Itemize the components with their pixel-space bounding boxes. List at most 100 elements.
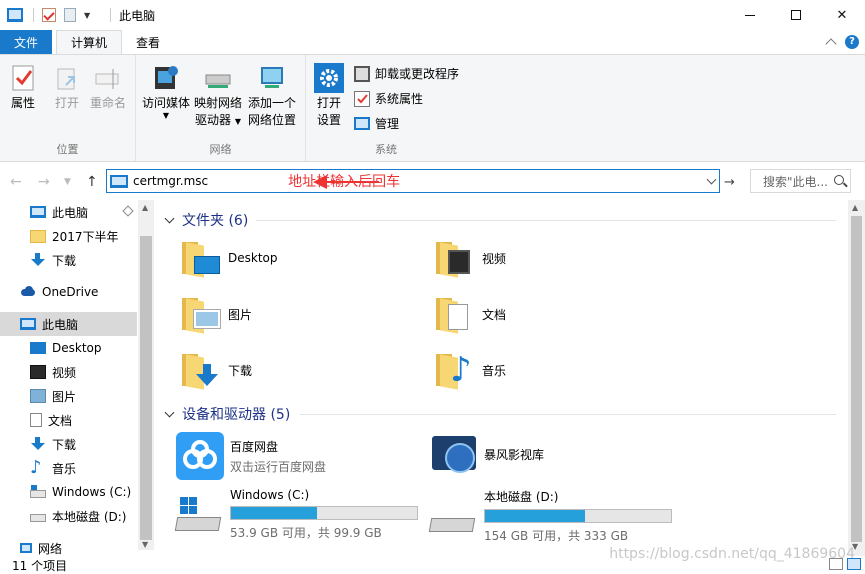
nav-item-music[interactable]: 音乐 [0, 456, 137, 480]
section-devices-header[interactable]: 设备和驱动器 (5) [164, 404, 290, 424]
navigation-row: ← → ▼ ↑ certmgr.msc 地址栏输入后回车 → 搜索"此电... [0, 168, 865, 196]
properties-button[interactable]: 属性 [8, 63, 38, 112]
maximize-button[interactable] [773, 0, 819, 30]
search-input[interactable]: 搜索"此电... [750, 169, 851, 193]
quick-access-dropdown-icon[interactable]: ▼ [84, 11, 90, 20]
back-icon[interactable]: ← [10, 174, 22, 190]
minimize-icon [745, 14, 755, 16]
go-icon[interactable]: → [724, 175, 735, 190]
open-button[interactable]: 打开 [52, 63, 82, 112]
storm-media-icon [430, 432, 478, 476]
folder-documents[interactable]: 文档 [436, 296, 506, 334]
group-label-system: 系统 [375, 143, 397, 156]
forward-icon[interactable]: → [38, 174, 50, 190]
address-bar[interactable]: certmgr.msc 地址栏输入后回车 [106, 169, 720, 193]
item-count: 11 个项目 [12, 558, 68, 573]
nav-item-c-drive[interactable]: Windows (C:) [0, 480, 137, 504]
drive-c[interactable]: Windows (C:) 53.9 GB 可用，共 99.9 GB [174, 488, 418, 541]
manage-button[interactable]: 管理 [354, 115, 399, 132]
folder-desktop[interactable]: Desktop [182, 240, 278, 278]
system-properties-button[interactable]: 系统属性 [354, 90, 423, 107]
drive-icon [30, 514, 46, 522]
map-network-drive-button[interactable]: 映射网络 驱动器 ▼ [194, 63, 242, 130]
drive-d-usage-bar [484, 509, 672, 523]
close-button[interactable]: ✕ [819, 0, 865, 30]
drive-icon [428, 496, 476, 536]
chevron-down-icon [164, 213, 175, 223]
cloud-icon [20, 285, 36, 299]
nav-item-2017[interactable]: 2017下半年 [0, 224, 137, 248]
access-media-button[interactable]: 访问媒体 ▼ [142, 63, 190, 120]
nav-item-d-drive[interactable]: 本地磁盘 (D:) [0, 504, 137, 528]
device-baidu-netdisk[interactable]: 百度网盘 双击运行百度网盘 [176, 432, 326, 480]
group-location: 属性 打开 重命名 位置 [0, 55, 136, 161]
drive-d-usage-fill [485, 510, 586, 522]
content-scroll-up-icon[interactable]: ▲ [852, 203, 858, 212]
windows-drive-icon [174, 495, 222, 535]
content-scroll-thumb[interactable] [851, 216, 862, 542]
pc-icon [30, 206, 46, 218]
baidu-netdisk-icon [176, 432, 224, 480]
tab-view[interactable]: 查看 [122, 30, 174, 54]
download-folder-icon [182, 352, 222, 390]
group-label-location: 位置 [56, 143, 79, 156]
drive-d[interactable]: 本地磁盘 (D:) 154 GB 可用，共 333 GB [428, 488, 672, 544]
download-icon [30, 437, 46, 451]
up-icon[interactable]: ↑ [86, 174, 98, 190]
folder-icon [30, 229, 46, 243]
nav-item-documents[interactable]: 文档 [0, 408, 137, 432]
nav-item-downloads[interactable]: 下载 [0, 432, 137, 456]
ribbon-tabs: 文件 计算机 查看 ? [0, 30, 865, 54]
tab-computer[interactable]: 计算机 [56, 30, 123, 54]
address-dropdown-icon[interactable] [706, 174, 717, 185]
open-settings-button[interactable]: 打开 设置 [314, 63, 344, 129]
maximize-icon [791, 10, 801, 20]
folder-pictures[interactable]: 图片 [182, 296, 252, 334]
collapse-ribbon-icon[interactable] [825, 38, 837, 50]
new-folder-quick-icon[interactable] [64, 8, 76, 22]
address-input[interactable]: certmgr.msc [133, 174, 208, 188]
nav-scroll-thumb[interactable] [140, 236, 152, 540]
nav-item-downloads-quick[interactable]: 下载 [0, 248, 137, 272]
open-icon [52, 63, 82, 93]
manage-icon [354, 117, 370, 130]
folder-music[interactable]: ♪ 音乐 [436, 350, 506, 390]
nav-item-this-pc[interactable]: 此电脑 [0, 312, 137, 336]
nav-item-pictures[interactable]: 图片 [0, 384, 137, 408]
folder-videos[interactable]: 视频 [436, 240, 506, 278]
nav-scroll-up-icon[interactable]: ▲ [142, 203, 148, 212]
rename-button[interactable]: 重命名 [90, 63, 126, 112]
properties-quick-icon[interactable] [42, 8, 56, 22]
nav-scroll-down-icon[interactable]: ▼ [142, 540, 148, 549]
help-icon[interactable]: ? [845, 35, 859, 49]
nav-item-this-pc-quick[interactable]: 此电脑 [0, 200, 137, 224]
window-title: 此电脑 [119, 8, 156, 23]
pin-icon[interactable] [122, 205, 134, 217]
drive-c-usage-fill [231, 507, 317, 519]
section-folders-header[interactable]: 文件夹 (6) [164, 210, 248, 230]
system-properties-icon [354, 90, 370, 107]
desktop-icon [30, 342, 46, 354]
add-network-location-button[interactable]: 添加一个 网络位置 [248, 63, 296, 129]
video-icon [30, 365, 46, 379]
device-storm-media[interactable]: 暴风影视库 [430, 432, 544, 476]
picture-folder-icon [182, 296, 222, 334]
recent-locations-icon[interactable]: ▼ [64, 177, 71, 187]
video-folder-icon [436, 240, 476, 278]
tab-file[interactable]: 文件 [0, 30, 52, 54]
pc-icon [20, 318, 36, 330]
drive-c-usage-bar [230, 506, 418, 520]
minimize-button[interactable] [727, 0, 773, 30]
nav-item-onedrive[interactable]: OneDrive [0, 280, 137, 304]
music-icon [30, 457, 46, 478]
search-icon[interactable] [834, 175, 844, 185]
network-icon [20, 543, 32, 553]
uninstall-programs-button[interactable]: 卸载或更改程序 [354, 65, 459, 82]
properties-icon [8, 63, 38, 93]
picture-icon [30, 389, 46, 403]
folder-downloads[interactable]: 下载 [182, 352, 252, 390]
computer-icon [110, 174, 128, 188]
nav-item-desktop[interactable]: Desktop [0, 336, 137, 360]
nav-item-videos[interactable]: 视频 [0, 360, 137, 384]
nav-item-network[interactable]: 网络 [0, 536, 137, 556]
